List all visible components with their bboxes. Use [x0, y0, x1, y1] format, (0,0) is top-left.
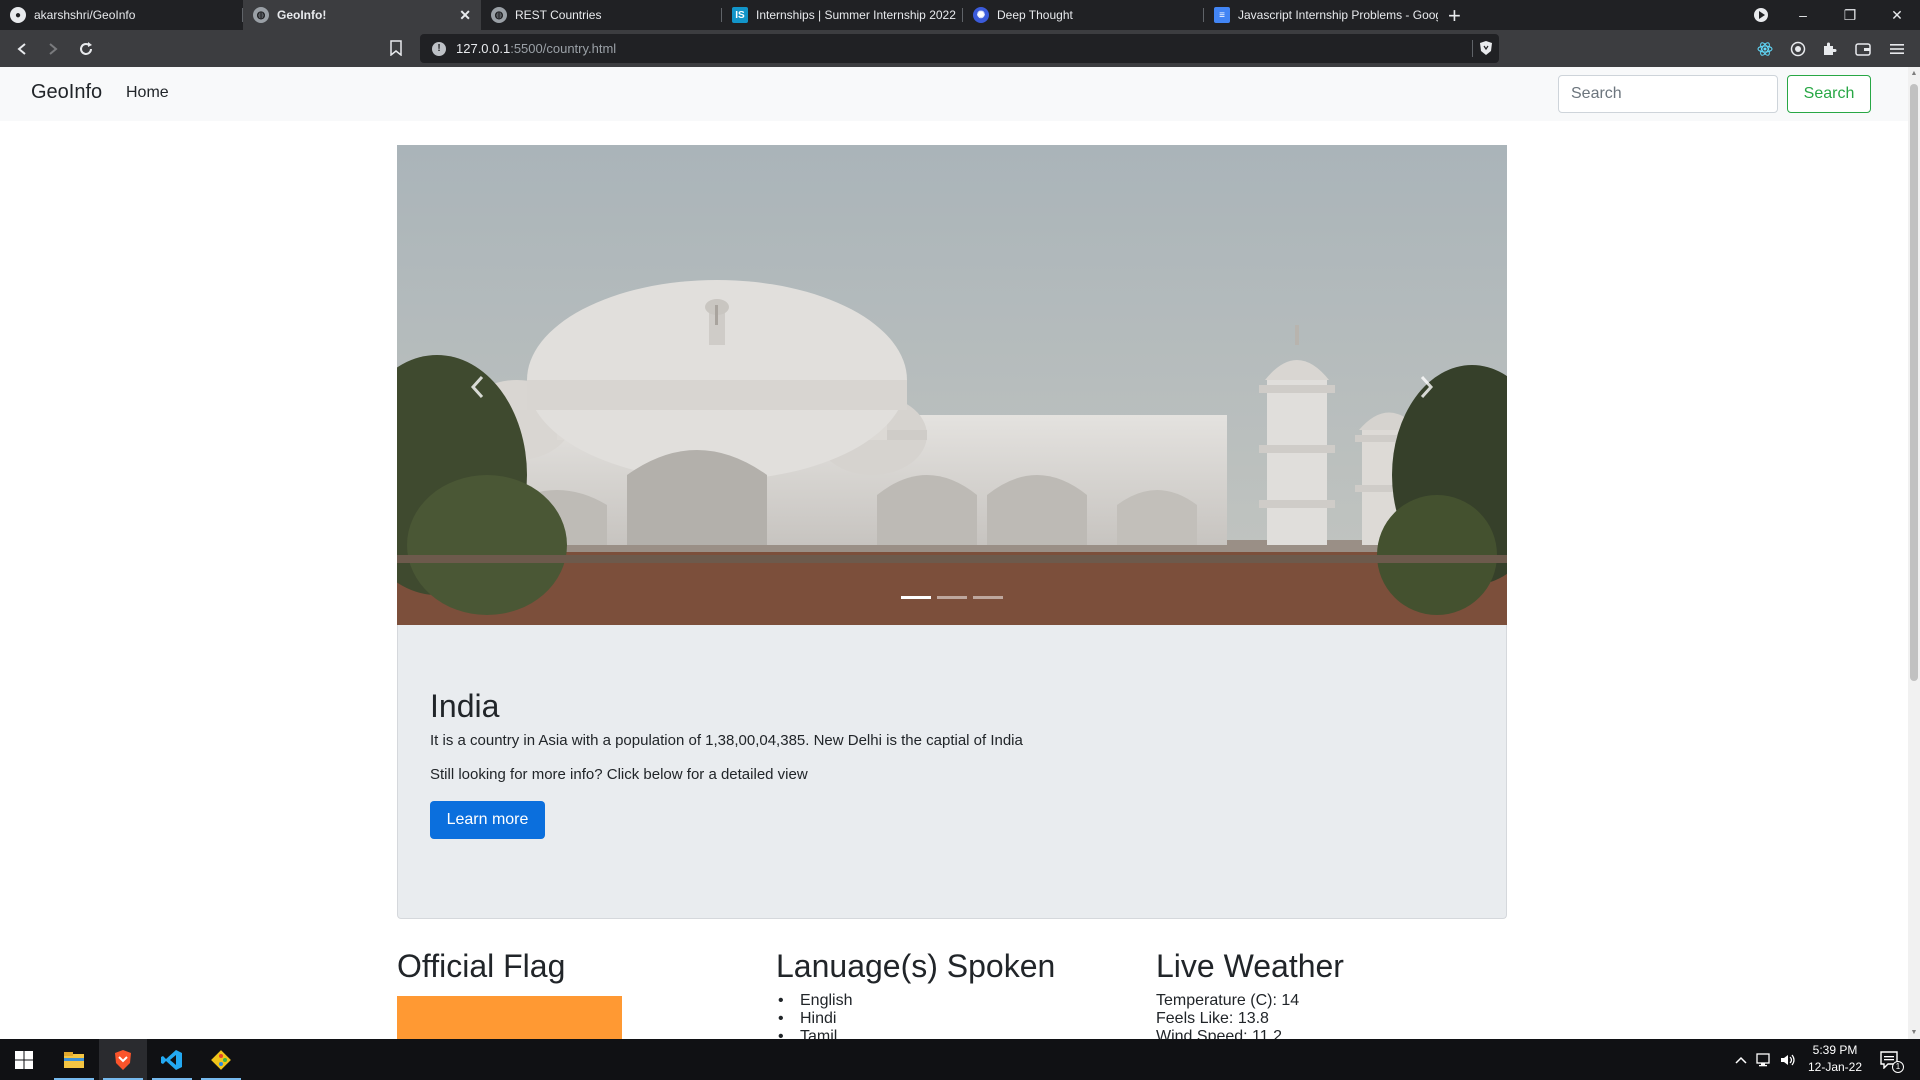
back-button[interactable]: [12, 39, 32, 59]
tab-title: REST Countries: [515, 8, 602, 22]
official-flag-heading: Official Flag: [397, 948, 566, 984]
site-navbar: GeoInfo Home Search: [0, 67, 1908, 121]
carousel-indicator[interactable]: [973, 596, 1003, 599]
scroll-down-icon[interactable]: ▼: [1910, 1029, 1918, 1036]
taskbar-clock[interactable]: 5:39 PM 12-Jan-22: [1795, 1042, 1875, 1076]
globe-icon: ◍: [253, 7, 269, 23]
url-path: :5500/country.html: [510, 41, 617, 56]
nav-home-link[interactable]: Home: [126, 84, 169, 102]
live-weather-heading: Live Weather: [1156, 948, 1344, 984]
bookmark-icon[interactable]: [390, 40, 402, 61]
tray-chevron-icon[interactable]: [1735, 1039, 1747, 1080]
browser-tab-strip: ● akarshshri/GeoInfo ◍ GeoInfo! ✕ ◍ REST…: [0, 0, 1920, 30]
languages-list: English Hindi Tamil: [776, 992, 852, 1039]
list-item: Tamil: [776, 1028, 852, 1039]
network-icon[interactable]: [1756, 1039, 1774, 1080]
restore-button[interactable]: ❐: [1827, 0, 1873, 30]
scroll-up-icon[interactable]: ▲: [1910, 70, 1918, 77]
page-viewport: GeoInfo Home Search Search India It is a…: [0, 67, 1908, 1039]
browser-toolbar: ! 127.0.0.1:5500/country.html: [0, 30, 1920, 67]
tab-google-docs[interactable]: ≡ Javascript Internship Problems - Goog: [1204, 0, 1438, 30]
wallet-icon[interactable]: [1852, 38, 1874, 60]
internshala-icon: IS: [732, 7, 748, 23]
weather-info: Temperature (C): 14 Feels Like: 13.8 Win…: [1156, 992, 1299, 1039]
windows-taskbar: 5:39 PM 12-Jan-22 1: [0, 1039, 1920, 1080]
forward-button[interactable]: [43, 39, 63, 59]
search-input[interactable]: [1558, 75, 1778, 113]
tab-title: Internships | Summer Internship 2022: [756, 8, 956, 22]
close-tab-icon[interactable]: ✕: [459, 7, 471, 24]
address-bar[interactable]: ! 127.0.0.1:5500/country.html: [420, 34, 1499, 63]
profile-icon[interactable]: [1738, 0, 1784, 30]
clock-date: 12-Jan-22: [1807, 1060, 1863, 1074]
tab-internshala[interactable]: IS Internships | Summer Internship 2022: [722, 0, 963, 30]
url-host: 127.0.0.1: [456, 41, 511, 56]
volume-icon[interactable]: [1780, 1039, 1796, 1080]
reload-button[interactable]: [76, 39, 96, 59]
tab-geoinfo[interactable]: ◍ GeoInfo! ✕: [243, 0, 481, 30]
list-item: English: [776, 992, 852, 1010]
brave-shields-icon[interactable]: [1479, 40, 1493, 59]
clock-time: 5:39 PM: [1812, 1043, 1858, 1057]
github-icon: ●: [10, 7, 26, 23]
feels-like-text: Feels Like: 13.8: [1156, 1010, 1269, 1027]
list-item: Hindi: [776, 1010, 852, 1028]
tab-deep-thought[interactable]: ✺ Deep Thought: [963, 0, 1204, 30]
languages-heading: Lanuage(s) Spoken: [776, 948, 1056, 984]
tab-title: Deep Thought: [997, 8, 1073, 22]
menu-icon[interactable]: [1886, 38, 1908, 60]
notification-center-icon[interactable]: 1: [1880, 1039, 1904, 1080]
country-jumbotron: India It is a country in Asia with a pop…: [397, 625, 1507, 919]
deep-thought-icon: ✺: [973, 7, 989, 23]
taj-mahal-image: [397, 145, 1507, 625]
windows-start-icon[interactable]: [0, 1039, 48, 1080]
site-brand[interactable]: GeoInfo: [31, 81, 102, 104]
search-button[interactable]: Search: [1787, 75, 1871, 113]
temperature-text: Temperature (C): 14: [1156, 992, 1300, 1009]
learn-more-button[interactable]: Learn more: [430, 801, 545, 839]
tab-title: akarshshri/GeoInfo: [34, 8, 136, 22]
country-summary: It is a country in Asia with a populatio…: [430, 732, 1023, 749]
wind-speed-text: Wind Speed: 11.2: [1156, 1028, 1283, 1039]
notification-count-badge: 1: [1892, 1061, 1904, 1073]
country-name: India: [430, 688, 500, 724]
file-explorer-icon[interactable]: [50, 1039, 98, 1080]
minimize-button[interactable]: –: [1780, 0, 1826, 30]
tab-title: GeoInfo!: [277, 8, 327, 22]
carousel-prev-button[interactable]: [457, 357, 497, 417]
google-docs-icon: ≡: [1214, 7, 1230, 23]
globe-icon: ◍: [491, 7, 507, 23]
close-window-button[interactable]: ✕: [1874, 0, 1920, 30]
tab-title: Javascript Internship Problems - Goog: [1238, 8, 1438, 22]
site-info-icon[interactable]: !: [432, 41, 446, 56]
react-devtools-icon[interactable]: [1754, 38, 1776, 60]
carousel-indicators: [397, 596, 1507, 599]
scrollbar-thumb[interactable]: [1910, 84, 1918, 681]
image-carousel: [397, 145, 1507, 625]
new-tab-button[interactable]: +: [1448, 3, 1461, 29]
flag-image: [397, 996, 622, 1039]
vscode-icon[interactable]: [148, 1039, 196, 1080]
tab-github[interactable]: ● akarshshri/GeoInfo: [0, 0, 243, 30]
brave-browser-icon[interactable]: [99, 1039, 147, 1080]
carousel-indicator[interactable]: [937, 596, 967, 599]
tab-rest-countries[interactable]: ◍ REST Countries: [481, 0, 722, 30]
extensions-puzzle-icon[interactable]: [1818, 38, 1840, 60]
page-scrollbar[interactable]: ▲ ▼: [1908, 67, 1920, 1039]
more-info-text: Still looking for more info? Click below…: [430, 766, 808, 783]
carousel-indicator[interactable]: [901, 596, 931, 599]
git-icon[interactable]: [197, 1039, 245, 1080]
extension-target-icon[interactable]: [1787, 38, 1809, 60]
carousel-next-button[interactable]: [1407, 357, 1447, 417]
